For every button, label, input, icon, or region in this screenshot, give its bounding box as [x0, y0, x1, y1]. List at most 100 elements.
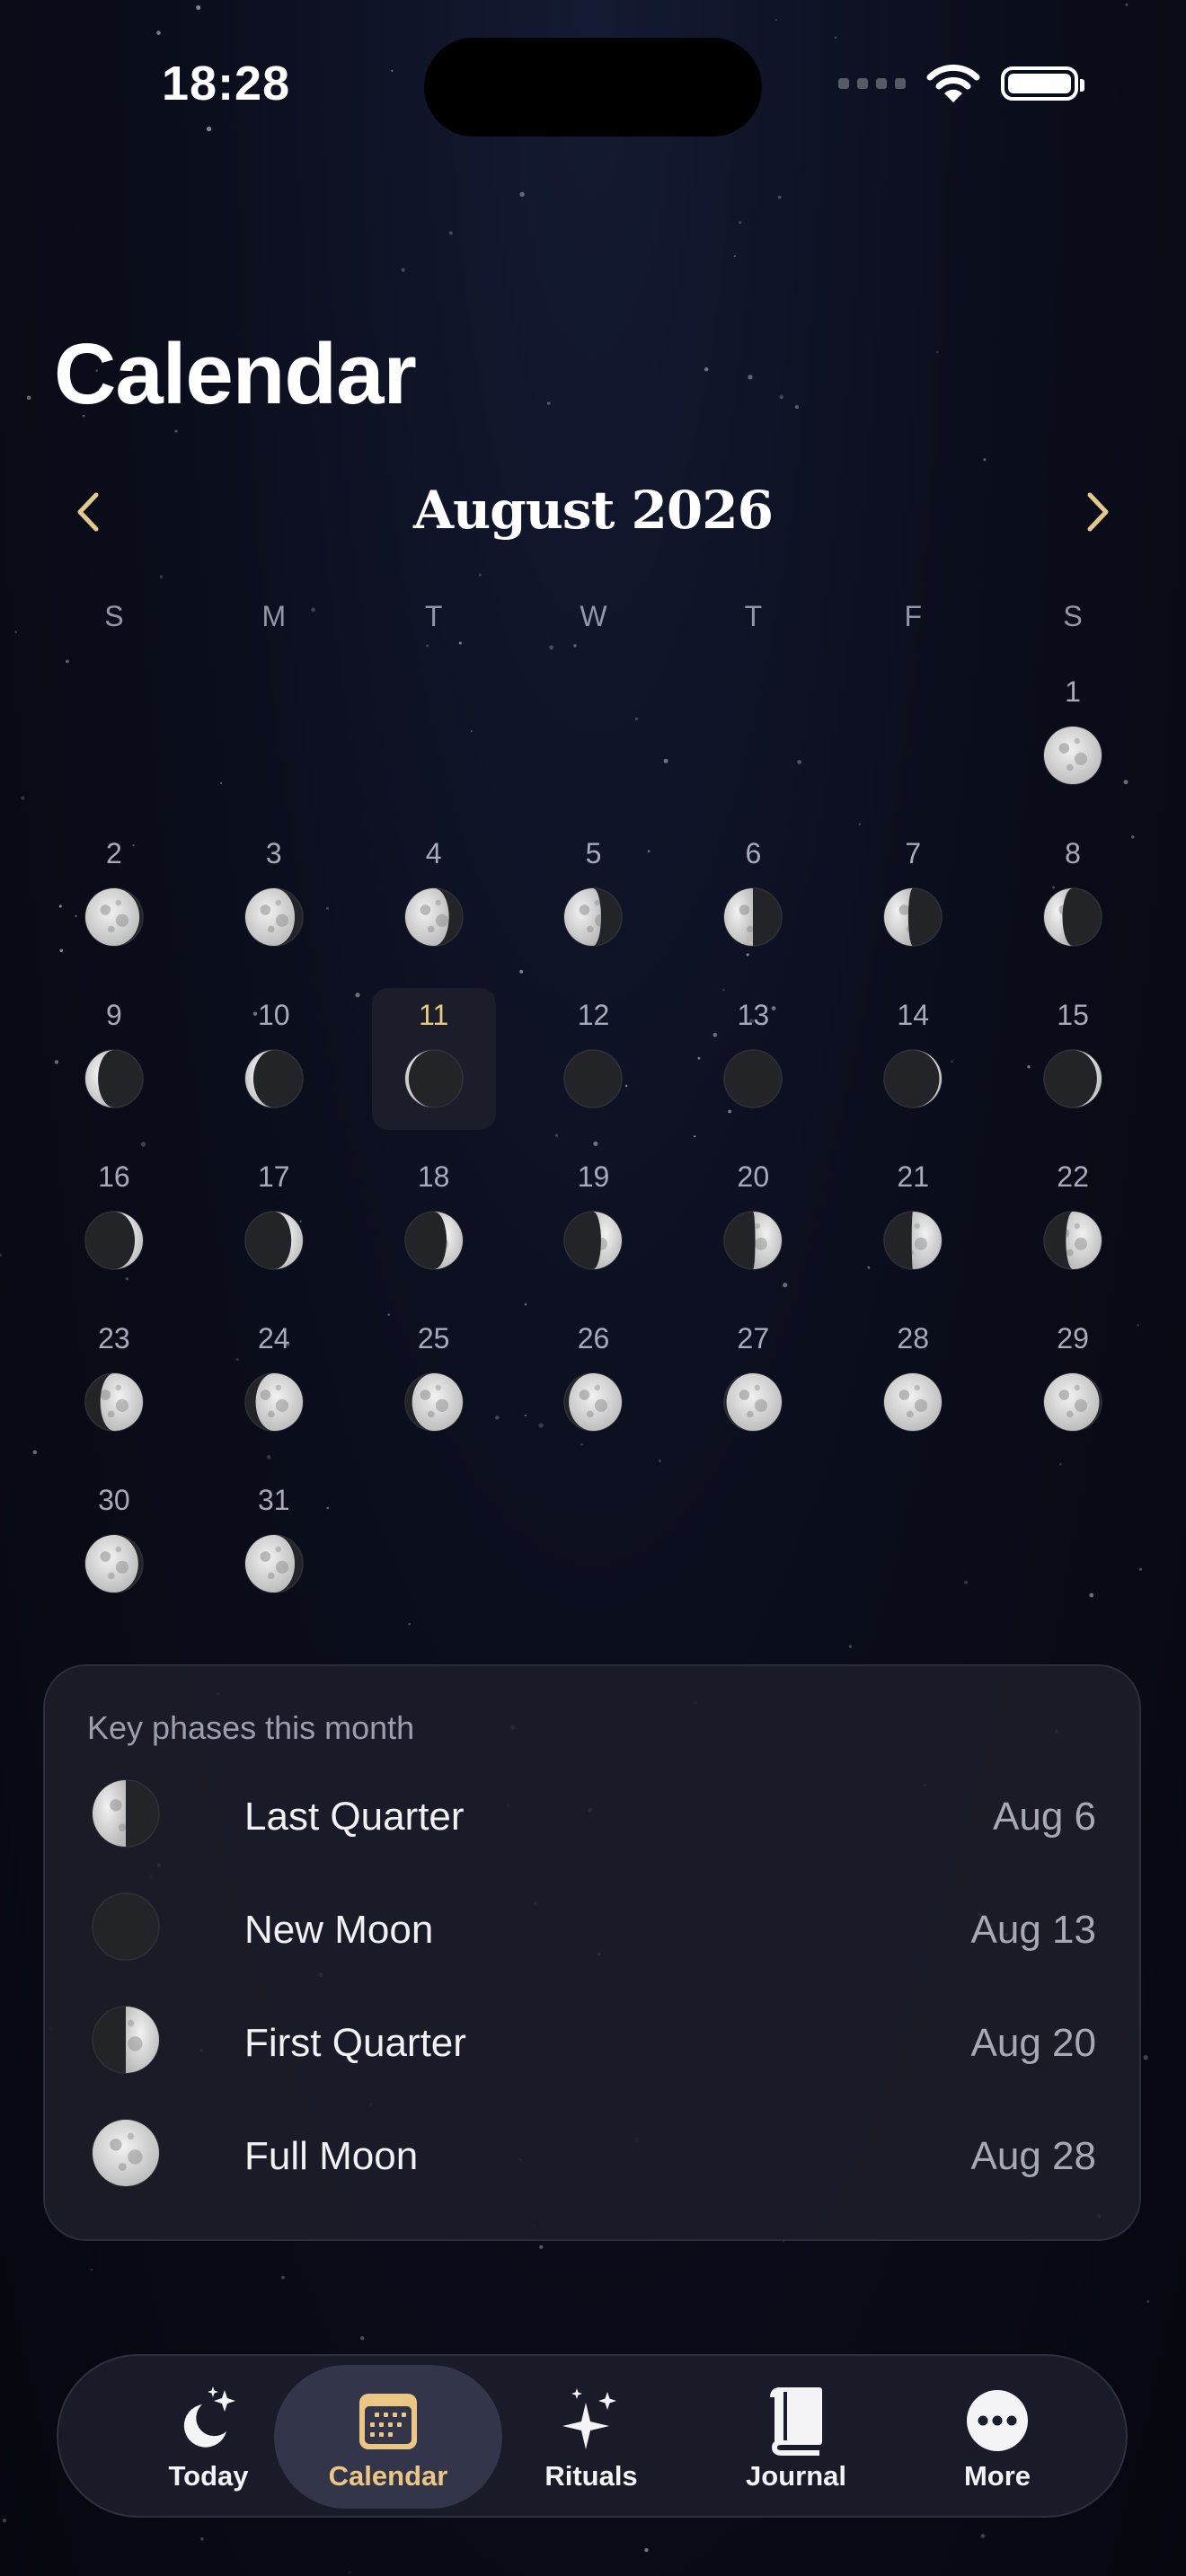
calendar-day[interactable]: 8 — [993, 826, 1153, 988]
day-number: 27 — [737, 1322, 770, 1354]
calendar-day[interactable]: 24 — [194, 1311, 354, 1473]
calendar-day[interactable]: 4 — [354, 826, 514, 988]
calendar-day[interactable]: 28 — [833, 1311, 993, 1473]
calendar-day[interactable]: 13 — [673, 988, 833, 1150]
day-number: 4 — [425, 837, 442, 869]
calendar-day[interactable]: 25 — [354, 1311, 514, 1473]
moon-phase-icon — [723, 1372, 783, 1432]
moon-phase-icon — [883, 1211, 943, 1270]
tab-more[interactable]: More — [883, 2365, 1111, 2509]
key-phases-card: Key phases this month Last Quarter Aug 6 … — [43, 1664, 1141, 2241]
calendar-day[interactable]: 19 — [514, 1150, 674, 1311]
phase-name: Full Moon — [244, 2134, 419, 2178]
day-number: 3 — [265, 837, 282, 869]
moon-phase-icon — [403, 887, 464, 947]
phase-name: New Moon — [244, 1908, 434, 1952]
calendar-day[interactable]: 14 — [833, 988, 993, 1150]
day-number: 21 — [897, 1160, 929, 1193]
weekday-label: S — [1063, 600, 1083, 632]
moon-phase-icon — [563, 887, 624, 947]
day-number: 19 — [577, 1160, 610, 1193]
calendar-day[interactable]: 18 — [354, 1150, 514, 1311]
moon-phase-icon — [244, 1049, 304, 1108]
tab-rituals[interactable]: Rituals — [477, 2365, 705, 2509]
calendar-day[interactable]: 27 — [673, 1311, 833, 1473]
phase-date: Aug 6 — [993, 1795, 1096, 1839]
calendar-day[interactable]: 3 — [194, 826, 354, 988]
battery-icon — [1001, 66, 1084, 101]
tab-journal[interactable]: Journal — [682, 2365, 910, 2509]
moon-phase-icon — [563, 1372, 624, 1432]
moon-phase-icon — [1043, 1049, 1102, 1108]
calendar-day[interactable]: 10 — [194, 988, 354, 1150]
day-number: 29 — [1057, 1322, 1089, 1354]
day-number: 30 — [98, 1484, 130, 1516]
calendar-empty-cell — [673, 665, 833, 826]
cellular-signal-icon — [838, 78, 906, 89]
calendar-day[interactable]: 9 — [34, 988, 194, 1150]
calendar-day[interactable]: 15 — [993, 988, 1153, 1150]
sparkles-icon — [562, 2388, 616, 2449]
calendar-day[interactable]: 20 — [673, 1150, 833, 1311]
day-number: 22 — [1057, 1160, 1089, 1193]
day-number: 11 — [419, 999, 449, 1031]
weekday-label: W — [580, 600, 607, 632]
moon-phase-icon — [92, 2119, 160, 2187]
moon-phase-icon — [563, 1211, 624, 1270]
month-label: August 2026 — [413, 480, 774, 541]
day-number: 15 — [1057, 999, 1089, 1031]
day-number: 7 — [905, 837, 922, 869]
moon-phase-icon — [1043, 726, 1102, 785]
day-number: 16 — [98, 1160, 130, 1193]
calendar-empty-cell — [514, 665, 674, 826]
calendar-day[interactable]: 2 — [34, 826, 194, 988]
calendar-day[interactable]: 30 — [34, 1473, 194, 1635]
day-number: 23 — [98, 1322, 130, 1354]
tab-calendar[interactable]: Calendar — [274, 2365, 502, 2509]
key-phase-row[interactable]: New Moon Aug 13 — [92, 1881, 1096, 1971]
moon-phase-icon — [92, 1892, 160, 1961]
calendar-day[interactable]: 22 — [993, 1150, 1153, 1311]
calendar-day[interactable]: 29 — [993, 1311, 1153, 1473]
calendar-day[interactable]: 21 — [833, 1150, 993, 1311]
tab-label: More — [963, 2460, 1031, 2492]
book-icon — [770, 2387, 822, 2456]
calendar-day[interactable]: 31 — [194, 1473, 354, 1635]
calendar-icon — [359, 2394, 417, 2449]
moon-phase-icon — [403, 1049, 464, 1108]
key-phase-row[interactable]: Full Moon Aug 28 — [92, 2107, 1096, 2197]
key-phase-row[interactable]: Last Quarter Aug 6 — [92, 1768, 1096, 1857]
calendar-day[interactable]: 16 — [34, 1150, 194, 1311]
moon-phase-icon — [84, 887, 144, 947]
moon-phase-icon — [244, 1372, 304, 1432]
tab-label: Journal — [746, 2460, 846, 2492]
weekday-label: S — [104, 600, 124, 632]
tab-bar: Today Calendar Rituals Journal More — [57, 2354, 1128, 2518]
next-month-button[interactable] — [1074, 490, 1119, 534]
day-number: 8 — [1065, 837, 1081, 869]
phase-date: Aug 20 — [970, 2021, 1096, 2065]
key-phase-row[interactable]: First Quarter Aug 20 — [92, 1994, 1096, 2084]
moon-phase-icon — [723, 1211, 783, 1270]
moon-phase-icon — [84, 1534, 144, 1593]
calendar-day[interactable]: 17 — [194, 1150, 354, 1311]
calendar-day[interactable]: 26 — [514, 1311, 674, 1473]
calendar-day[interactable]: 23 — [34, 1311, 194, 1473]
moon-phase-icon — [92, 1779, 160, 1848]
more-icon — [967, 2390, 1028, 2451]
calendar-day[interactable]: 12 — [514, 988, 674, 1150]
calendar-day[interactable]: 5 — [514, 826, 674, 988]
day-number: 25 — [417, 1322, 450, 1354]
day-number: 28 — [897, 1322, 929, 1354]
moon-phase-icon — [244, 887, 304, 947]
month-navigator: August 2026 — [54, 467, 1132, 557]
calendar-day[interactable]: 1 — [993, 665, 1153, 826]
calendar-day-today[interactable]: 11 — [354, 988, 514, 1150]
day-number: 17 — [257, 1160, 290, 1193]
calendar-empty-cell — [833, 665, 993, 826]
moon-phase-icon — [403, 1372, 464, 1432]
calendar-day[interactable]: 6 — [673, 826, 833, 988]
moon-phase-icon — [244, 1534, 304, 1593]
calendar-day[interactable]: 7 — [833, 826, 993, 988]
day-number: 26 — [577, 1322, 610, 1354]
